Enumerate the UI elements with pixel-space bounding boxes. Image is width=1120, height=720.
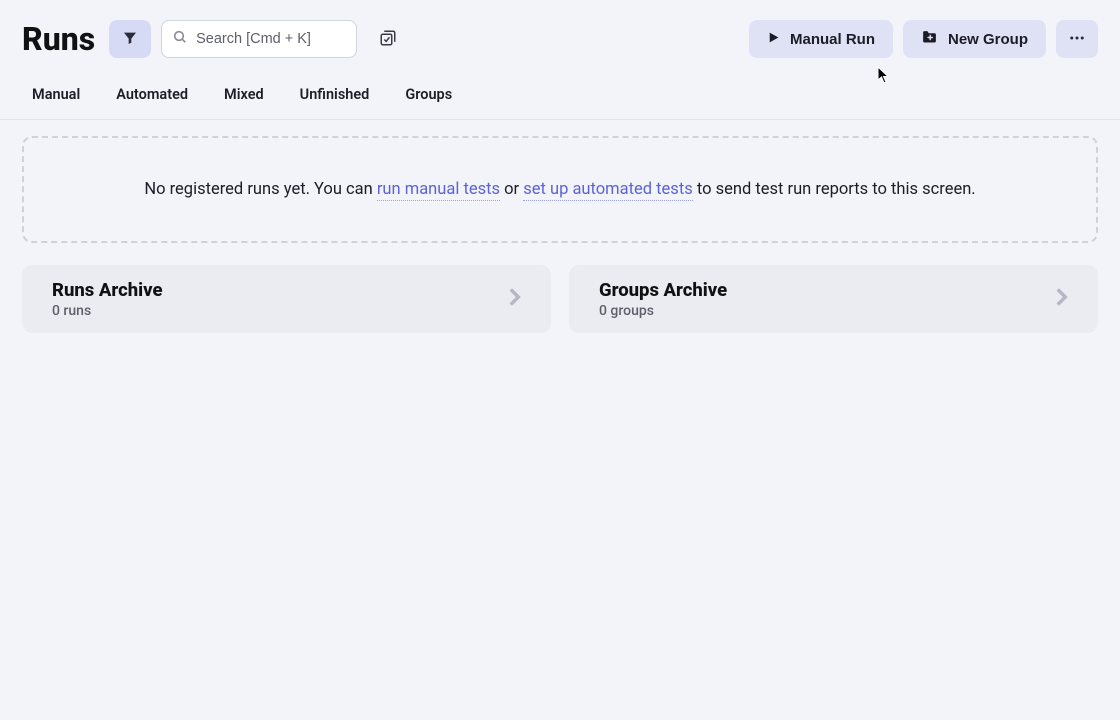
tab-manual[interactable]: Manual <box>32 86 80 119</box>
groups-archive-count: 0 groups <box>599 303 727 319</box>
empty-state: No registered runs yet. You can run manu… <box>22 136 1098 243</box>
tab-automated[interactable]: Automated <box>116 86 188 119</box>
tab-groups[interactable]: Groups <box>405 86 452 119</box>
folder-plus-icon <box>921 29 938 50</box>
page-title: Runs <box>22 20 95 58</box>
tab-unfinished[interactable]: Unfinished <box>300 86 370 119</box>
checklist-icon <box>379 29 397 50</box>
empty-text-post: to send test run reports to this screen. <box>693 180 976 199</box>
groups-archive-title: Groups Archive <box>599 279 727 301</box>
empty-text-pre: No registered runs yet. You can <box>144 180 377 199</box>
chevron-right-icon <box>501 284 527 314</box>
filter-button[interactable] <box>109 20 151 58</box>
filter-icon <box>122 30 138 49</box>
play-icon <box>767 31 780 48</box>
new-group-button[interactable]: New Group <box>903 20 1046 58</box>
runs-archive-count: 0 runs <box>52 303 163 319</box>
tab-mixed[interactable]: Mixed <box>224 86 264 119</box>
search-input-group[interactable] <box>161 20 357 58</box>
search-input[interactable] <box>196 31 346 47</box>
search-icon <box>172 29 188 49</box>
new-group-label: New Group <box>948 31 1028 48</box>
set-up-automated-tests-link[interactable]: set up automated tests <box>523 180 693 201</box>
empty-text-mid: or <box>500 180 523 199</box>
chevron-right-icon <box>1048 284 1074 314</box>
tabs: Manual Automated Mixed Unfinished Groups <box>0 58 1120 120</box>
runs-archive-card[interactable]: Runs Archive 0 runs <box>22 265 551 333</box>
groups-archive-card[interactable]: Groups Archive 0 groups <box>569 265 1098 333</box>
manual-run-button[interactable]: Manual Run <box>749 20 893 58</box>
more-menu-button[interactable] <box>1056 20 1098 58</box>
multi-select-button[interactable] <box>367 20 409 58</box>
manual-run-label: Manual Run <box>790 31 875 48</box>
runs-archive-title: Runs Archive <box>52 279 163 301</box>
run-manual-tests-link[interactable]: run manual tests <box>377 180 500 201</box>
more-horizontal-icon <box>1068 29 1086 50</box>
